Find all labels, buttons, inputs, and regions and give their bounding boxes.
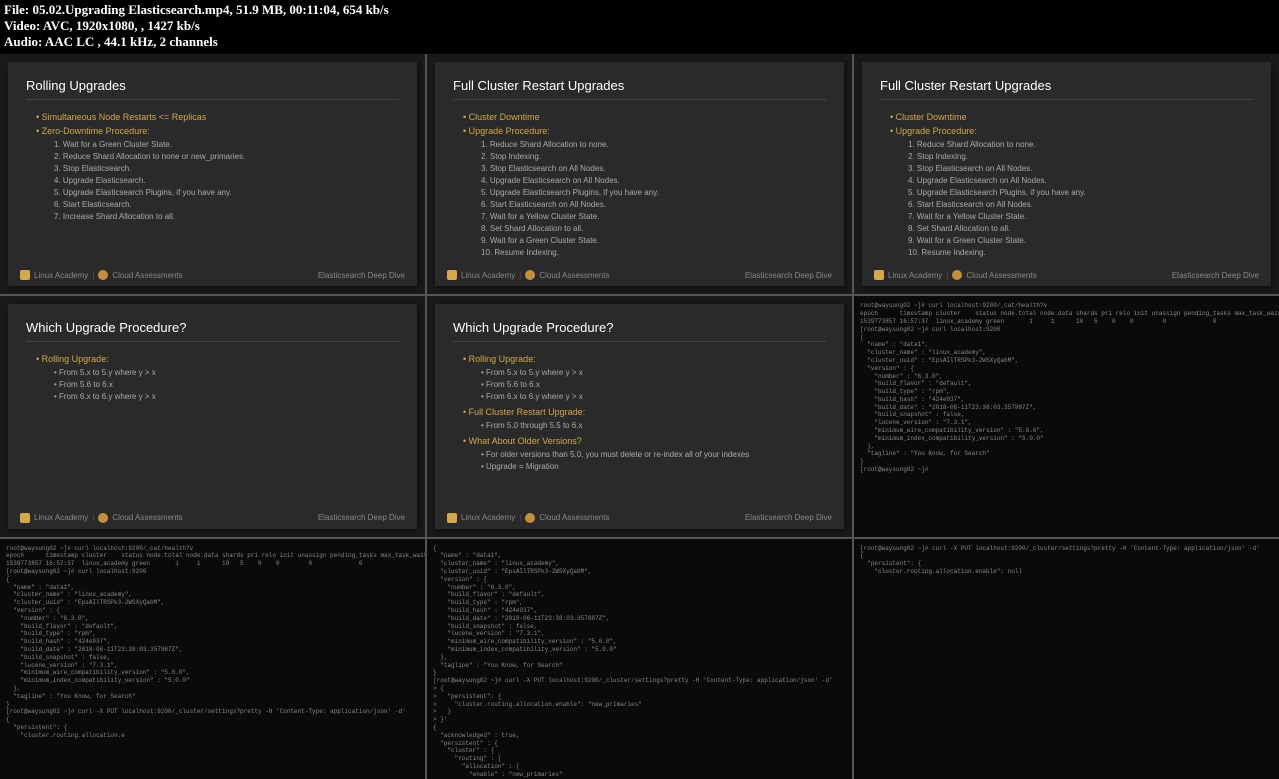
terminal-output: [root@waysung02 ~]# curl -X PUT localhos…: [854, 539, 1279, 779]
list-item: 4. Upgrade Elasticsearch on All Nodes.: [908, 176, 1253, 185]
list-item: 5. Upgrade Elasticsearch Plugins, if you…: [54, 188, 399, 197]
slide-footer: Linux Academy|Cloud Assessments Elastics…: [20, 270, 405, 280]
list-item: 2. Reduce Shard Allocation to none or ne…: [54, 152, 399, 161]
list-item: • From 6.x to 6.y where y > x: [481, 392, 826, 401]
bullet: Rolling Upgrade:: [36, 354, 399, 364]
linux-academy-icon: [874, 270, 884, 280]
list-item: 6. Start Elasticsearch on All Nodes.: [481, 200, 826, 209]
thumbnail-3[interactable]: Full Cluster Restart Upgrades Cluster Do…: [854, 54, 1279, 294]
list-item: • Upgrade = Migration: [481, 462, 826, 471]
slide-footer: Linux Academy|Cloud Assessments Elastics…: [874, 270, 1259, 280]
bullet: Cluster Downtime: [463, 112, 826, 122]
slide-title: Rolling Upgrades: [26, 78, 399, 100]
thumbnail-7[interactable]: root@waysung02 ~]# curl localhost:9200/_…: [0, 539, 425, 779]
thumbnail-2[interactable]: Full Cluster Restart Upgrades Cluster Do…: [427, 54, 852, 294]
list-item: • From 5.6 to 6.x: [481, 380, 826, 389]
thumbnail-8[interactable]: { "name" : "data1", "cluster_name" : "li…: [427, 539, 852, 779]
file-line: File: 05.02.Upgrading Elasticsearch.mp4,…: [4, 2, 1275, 18]
thumbnail-grid: Rolling Upgrades Simultaneous Node Resta…: [0, 54, 1279, 779]
list-item: 2. Stop Indexing.: [908, 152, 1253, 161]
list-item: 10. Resume Indexing.: [908, 248, 1253, 257]
list-item: 5. Upgrade Elasticsearch Plugins, if you…: [481, 188, 826, 197]
bullet: Rolling Upgrade:: [463, 354, 826, 364]
bullet: Upgrade Procedure:: [890, 126, 1253, 136]
cloud-assessments-icon: [525, 513, 535, 523]
list-item: • For older versions than 5.0, you must …: [481, 450, 826, 459]
bullet: What About Older Versions?: [463, 436, 826, 446]
list-item: 8. Set Shard Allocation to all.: [908, 224, 1253, 233]
slide-footer: Linux Academy|Cloud Assessments Elastics…: [447, 270, 832, 280]
list-item: 2. Stop Indexing.: [481, 152, 826, 161]
list-item: 1. Wait for a Green Cluster State.: [54, 140, 399, 149]
video-line: Video: AVC, 1920x1080, , 1427 kb/s: [4, 18, 1275, 34]
bullet: Simultaneous Node Restarts <= Replicas: [36, 112, 399, 122]
list-item: 3. Stop Elasticsearch on All Nodes.: [481, 164, 826, 173]
cloud-assessments-icon: [525, 270, 535, 280]
list-item: • From 5.0 through 5.5 to 6.x: [481, 421, 826, 430]
bullet: Upgrade Procedure:: [463, 126, 826, 136]
list-item: 9. Wait for a Green Cluster State.: [481, 236, 826, 245]
list-item: 7. Wait for a Yellow Cluster State.: [481, 212, 826, 221]
linux-academy-icon: [447, 270, 457, 280]
file-info-header: File: 05.02.Upgrading Elasticsearch.mp4,…: [0, 0, 1279, 52]
list-item: 6. Start Elasticsearch on All Nodes.: [908, 200, 1253, 209]
list-item: 10. Resume Indexing.: [481, 248, 826, 257]
slide-title: Full Cluster Restart Upgrades: [453, 78, 826, 100]
list-item: 7. Wait for a Yellow Cluster State.: [908, 212, 1253, 221]
list-item: 5. Upgrade Elasticsearch Plugins, if you…: [908, 188, 1253, 197]
cloud-assessments-icon: [98, 513, 108, 523]
slide-footer: Linux Academy|Cloud Assessments Elastics…: [447, 513, 832, 523]
list-item: • From 5.x to 5.y where y > x: [481, 368, 826, 377]
slide-title: Which Upgrade Procedure?: [453, 320, 826, 342]
list-item: 4. Upgrade Elasticsearch.: [54, 176, 399, 185]
list-item: 9. Wait for a Green Cluster State.: [908, 236, 1253, 245]
bullet: Cluster Downtime: [890, 112, 1253, 122]
list-item: 1. Reduce Shard Allocation to none.: [481, 140, 826, 149]
slide-title: Full Cluster Restart Upgrades: [880, 78, 1253, 100]
list-item: • From 5.6 to 6.x: [54, 380, 399, 389]
list-item: 8. Set Shard Allocation to all.: [481, 224, 826, 233]
linux-academy-icon: [447, 513, 457, 523]
linux-academy-icon: [20, 513, 30, 523]
slide-title: Which Upgrade Procedure?: [26, 320, 399, 342]
list-item: • From 6.x to 6.y where y > x: [54, 392, 399, 401]
terminal-output: { "name" : "data1", "cluster_name" : "li…: [427, 539, 852, 779]
terminal-output: root@waysung02 ~]# curl localhost:9200/_…: [0, 539, 425, 779]
thumbnail-1[interactable]: Rolling Upgrades Simultaneous Node Resta…: [0, 54, 425, 294]
list-item: 3. Stop Elasticsearch.: [54, 164, 399, 173]
thumbnail-4[interactable]: Which Upgrade Procedure? Rolling Upgrade…: [0, 296, 425, 536]
cloud-assessments-icon: [952, 270, 962, 280]
terminal-output: root@waysung02 ~]# curl localhost:9200/_…: [854, 296, 1279, 536]
list-item: 4. Upgrade Elasticsearch on All Nodes.: [481, 176, 826, 185]
list-item: 3. Stop Elasticsearch on All Nodes.: [908, 164, 1253, 173]
audio-line: Audio: AAC LC , 44.1 kHz, 2 channels: [4, 34, 1275, 50]
thumbnail-9[interactable]: [root@waysung02 ~]# curl -X PUT localhos…: [854, 539, 1279, 779]
list-item: 6. Start Elasticsearch.: [54, 200, 399, 209]
cloud-assessments-icon: [98, 270, 108, 280]
list-item: • From 5.x to 5.y where y > x: [54, 368, 399, 377]
linux-academy-icon: [20, 270, 30, 280]
bullet: Full Cluster Restart Upgrade:: [463, 407, 826, 417]
slide-footer: Linux Academy|Cloud Assessments Elastics…: [20, 513, 405, 523]
thumbnail-6[interactable]: root@waysung02 ~]# curl localhost:9200/_…: [854, 296, 1279, 536]
list-item: 7. Increase Shard Allocation to all.: [54, 212, 399, 221]
bullet: Zero-Downtime Procedure:: [36, 126, 399, 136]
list-item: 1. Reduce Shard Allocation to none.: [908, 140, 1253, 149]
thumbnail-5[interactable]: Which Upgrade Procedure? Rolling Upgrade…: [427, 296, 852, 536]
